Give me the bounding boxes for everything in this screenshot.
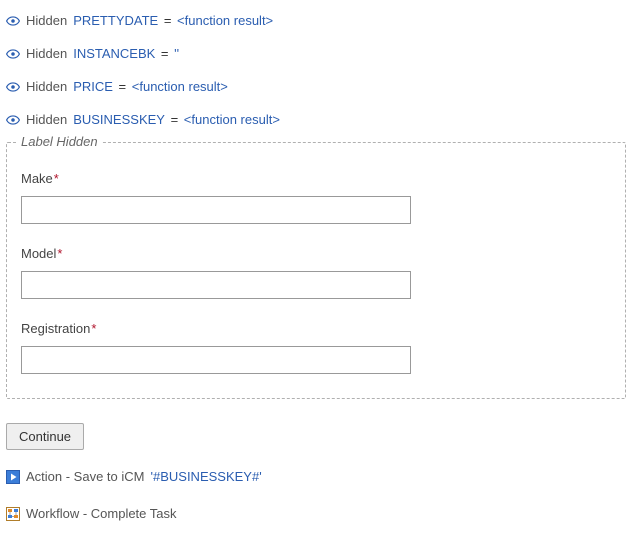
hidden-eye-icon bbox=[6, 15, 20, 27]
hidden-field-name: BUSINESSKEY bbox=[73, 112, 165, 127]
action-play-icon bbox=[6, 470, 20, 484]
required-asterisk: * bbox=[54, 171, 59, 186]
hidden-field-value: <function result> bbox=[184, 112, 280, 127]
label-hidden-group[interactable]: Label Hidden Make* Model* Registration* bbox=[6, 142, 626, 399]
hidden-eye-icon bbox=[6, 48, 20, 60]
hidden-field-row[interactable]: Hidden BUSINESSKEY = <function result> bbox=[6, 109, 626, 130]
hidden-field-value: <function result> bbox=[132, 79, 228, 94]
hidden-keyword: Hidden bbox=[26, 112, 67, 127]
group-legend: Label Hidden bbox=[17, 134, 102, 149]
required-asterisk: * bbox=[91, 321, 96, 336]
label-text: Model bbox=[21, 246, 56, 261]
hidden-field-row[interactable]: Hidden PRICE = <function result> bbox=[6, 76, 626, 97]
workflow-lead-text: Workflow - Complete Task bbox=[26, 506, 177, 521]
equals-sign: = bbox=[157, 46, 172, 61]
hidden-keyword: Hidden bbox=[26, 46, 67, 61]
equals-sign: = bbox=[160, 13, 175, 28]
hidden-field-name: PRICE bbox=[73, 79, 113, 94]
hidden-keyword: Hidden bbox=[26, 13, 67, 28]
hidden-eye-icon bbox=[6, 81, 20, 93]
hidden-field-value: '' bbox=[174, 46, 179, 61]
label-text: Registration bbox=[21, 321, 90, 336]
hidden-field-name: INSTANCEBK bbox=[73, 46, 155, 61]
hidden-eye-icon bbox=[6, 114, 20, 126]
action-param: '#BUSINESSKEY#' bbox=[151, 469, 262, 484]
label-text: Make bbox=[21, 171, 53, 186]
workflow-complete-task-row[interactable]: Workflow - Complete Task bbox=[6, 503, 626, 524]
model-label: Model* bbox=[21, 246, 611, 261]
hidden-field-row[interactable]: Hidden PRETTYDATE = <function result> bbox=[6, 10, 626, 31]
hidden-field-row[interactable]: Hidden INSTANCEBK = '' bbox=[6, 43, 626, 64]
registration-label: Registration* bbox=[21, 321, 611, 336]
form-designer-canvas: Hidden PRETTYDATE = <function result> Hi… bbox=[0, 0, 632, 542]
form-field-model: Model* bbox=[21, 246, 611, 299]
hidden-field-value: <function result> bbox=[177, 13, 273, 28]
form-field-make: Make* bbox=[21, 171, 611, 224]
registration-input[interactable] bbox=[21, 346, 411, 374]
action-save-to-icm-row[interactable]: Action - Save to iCM '#BUSINESSKEY#' bbox=[6, 466, 626, 487]
required-asterisk: * bbox=[57, 246, 62, 261]
continue-button[interactable]: Continue bbox=[6, 423, 84, 450]
equals-sign: = bbox=[167, 112, 182, 127]
workflow-icon bbox=[6, 507, 20, 521]
hidden-keyword: Hidden bbox=[26, 79, 67, 94]
make-label: Make* bbox=[21, 171, 611, 186]
equals-sign: = bbox=[115, 79, 130, 94]
make-input[interactable] bbox=[21, 196, 411, 224]
model-input[interactable] bbox=[21, 271, 411, 299]
hidden-field-name: PRETTYDATE bbox=[73, 13, 158, 28]
form-field-registration: Registration* bbox=[21, 321, 611, 374]
action-lead-text: Action - Save to iCM bbox=[26, 469, 145, 484]
